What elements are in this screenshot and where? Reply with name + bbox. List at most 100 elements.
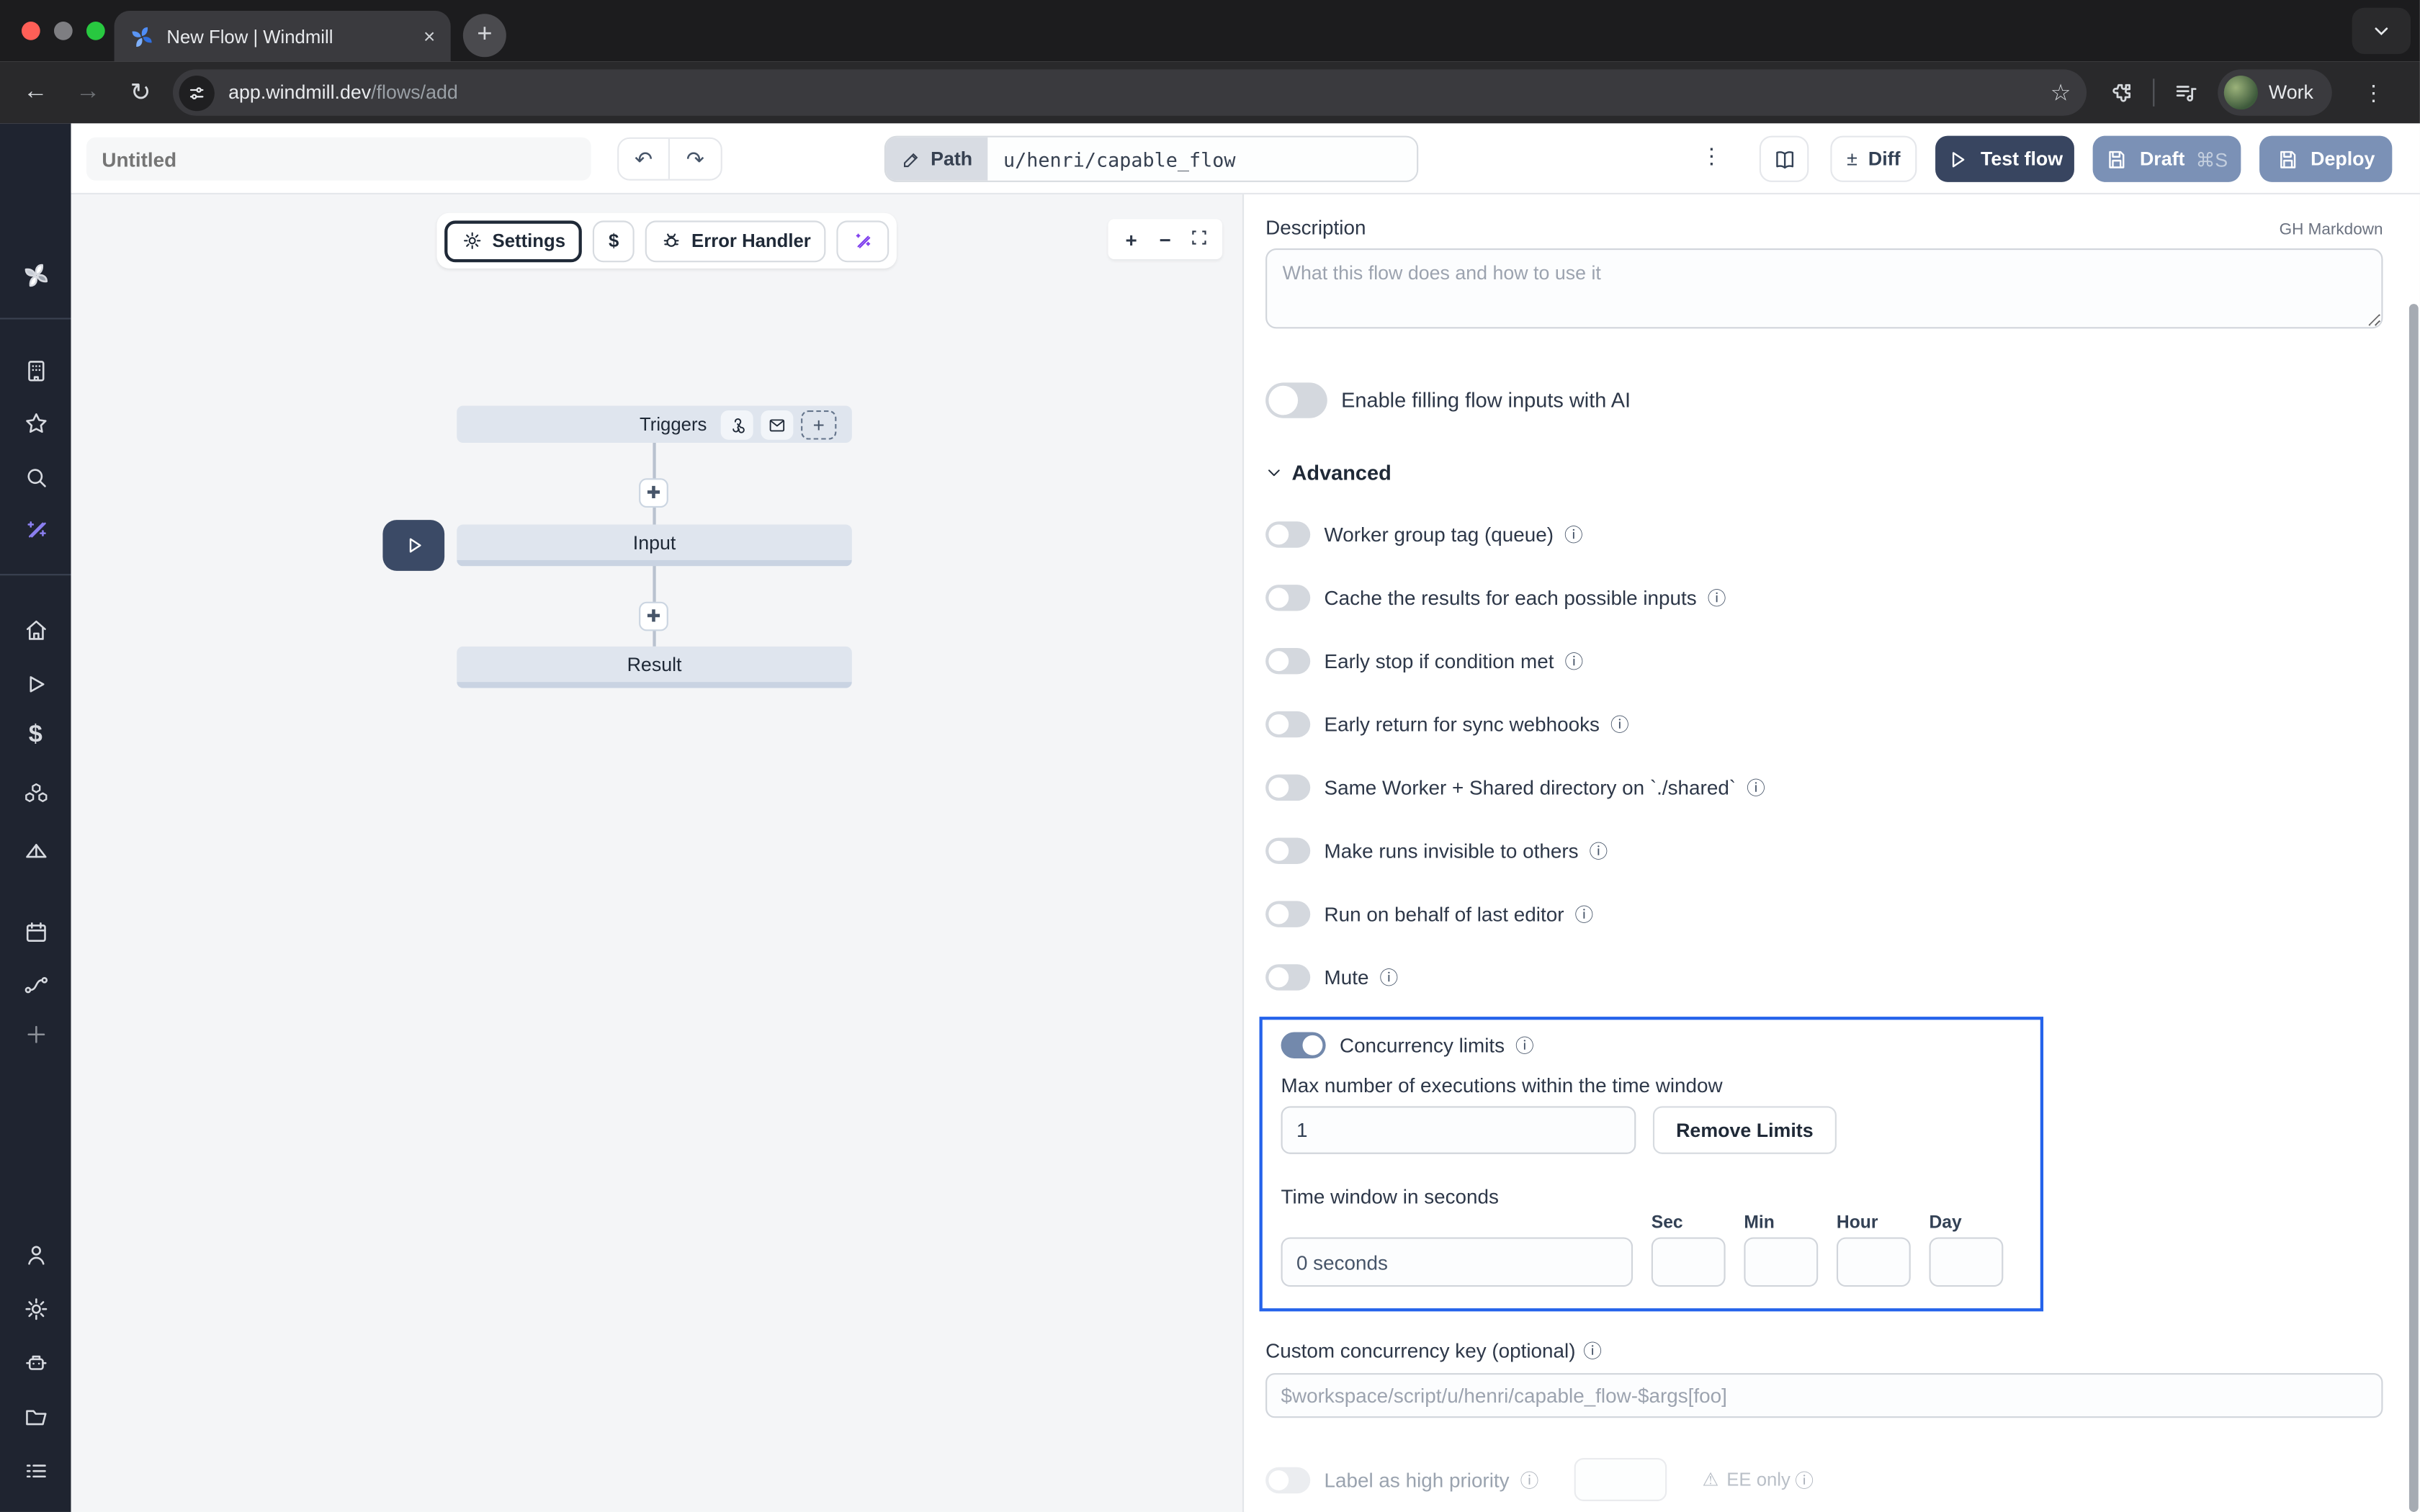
browser-profile-chip[interactable]: Work	[2218, 69, 2331, 115]
info-icon[interactable]: ⓘ	[1610, 711, 1629, 737]
info-icon[interactable]: ⓘ	[1515, 1032, 1534, 1058]
email-trigger-icon[interactable]	[761, 410, 793, 439]
max-executions-label: Max number of executions within the time…	[1281, 1074, 2019, 1097]
hour-input[interactable]	[1837, 1238, 1911, 1287]
info-icon[interactable]: ⓘ	[1747, 775, 1765, 801]
ai-inputs-toggle[interactable]	[1265, 382, 1327, 418]
info-icon[interactable]: ⓘ	[1520, 1467, 1539, 1493]
mute-toggle[interactable]	[1265, 964, 1310, 990]
sidebar-item-favorites[interactable]	[0, 410, 71, 436]
insert-step-button-2[interactable]: ✚	[639, 602, 668, 631]
priority-value-input[interactable]	[1574, 1458, 1667, 1501]
sidebar-item-add[interactable]	[0, 1022, 71, 1048]
info-icon[interactable]: ⓘ	[1574, 901, 1593, 927]
sidebar-item-schedules[interactable]	[0, 919, 71, 945]
info-icon[interactable]: ⓘ	[1590, 838, 1608, 864]
info-icon[interactable]: ⓘ	[1708, 585, 1726, 611]
custom-key-input[interactable]	[1265, 1373, 2383, 1418]
min-input[interactable]	[1744, 1238, 1818, 1287]
windmill-app: $ ↶ ↷ Path	[0, 123, 2420, 1512]
info-icon[interactable]: ⓘ	[1564, 648, 1583, 674]
url-bar[interactable]: app.windmill.dev/flows/add ☆	[173, 69, 2087, 115]
sidebar-item-ai-wand[interactable]	[0, 517, 71, 543]
result-node[interactable]: Result	[457, 647, 852, 688]
windmill-logo[interactable]	[0, 262, 71, 288]
browser-menu-icon[interactable]: ⋮	[2362, 79, 2384, 105]
high-priority-toggle[interactable]	[1265, 1467, 1310, 1493]
invisible-runs-toggle[interactable]	[1265, 838, 1310, 864]
flow-more-menu-icon[interactable]: ⋮	[1700, 143, 1722, 169]
sidebar-item-folders[interactable]	[0, 1404, 71, 1430]
day-input[interactable]	[1930, 1238, 2004, 1287]
extensions-puzzle-icon[interactable]	[2108, 79, 2134, 105]
info-icon[interactable]: ⓘ	[1583, 1338, 1602, 1364]
redo-button[interactable]: ↷	[670, 139, 721, 179]
sidebar-item-home[interactable]	[0, 617, 71, 643]
early-stop-toggle[interactable]	[1265, 648, 1310, 674]
back-icon[interactable]: ←	[9, 78, 62, 107]
early-return-toggle[interactable]	[1265, 711, 1310, 737]
insert-step-button[interactable]: ✚	[639, 478, 668, 508]
flow-canvas[interactable]: Settings $ Error Handler + −	[71, 194, 1245, 1512]
info-icon[interactable]: ⓘ	[1379, 964, 1398, 990]
sidebar-item-workers[interactable]	[0, 1350, 71, 1376]
minimize-window-button[interactable]	[54, 22, 73, 40]
cache-results-toggle[interactable]	[1265, 585, 1310, 611]
settings-button[interactable]: Settings	[444, 220, 582, 261]
path-input[interactable]	[988, 138, 1417, 181]
page-scrollbar[interactable]	[2409, 304, 2419, 1512]
browser-tab[interactable]: New Flow | Windmill ×	[115, 11, 451, 62]
ai-wand-button[interactable]	[837, 220, 889, 261]
docs-book-button[interactable]	[1760, 136, 1809, 182]
fit-view-icon[interactable]	[1182, 228, 1216, 251]
undo-button[interactable]: ↶	[619, 139, 670, 179]
sec-input[interactable]	[1652, 1238, 1726, 1287]
run-input-button[interactable]	[382, 520, 444, 571]
draft-button[interactable]: Draft ⌘S	[2093, 136, 2241, 182]
flow-settings-panel: Description GH Markdown Enable filling f…	[1245, 194, 2420, 1512]
same-worker-toggle[interactable]	[1265, 775, 1310, 801]
run-on-behalf-toggle[interactable]	[1265, 901, 1310, 927]
info-icon[interactable]: ⓘ	[1564, 521, 1583, 547]
worker-group-toggle[interactable]	[1265, 521, 1310, 547]
error-handler-button[interactable]: Error Handler	[645, 220, 826, 261]
deploy-button[interactable]: Deploy	[2259, 136, 2392, 182]
webhook-trigger-icon[interactable]	[721, 410, 753, 439]
info-icon[interactable]: ⓘ	[1795, 1467, 1814, 1493]
zoom-in-icon[interactable]: +	[1114, 228, 1148, 251]
new-tab-button[interactable]: +	[463, 14, 506, 57]
bookmark-star-icon[interactable]: ☆	[2051, 78, 2071, 107]
input-node[interactable]: Input	[457, 525, 852, 567]
time-window-input[interactable]	[1281, 1238, 1634, 1287]
remove-limits-button[interactable]: Remove Limits	[1653, 1106, 1837, 1153]
forward-icon[interactable]: →	[62, 78, 115, 107]
reading-list-icon[interactable]	[2173, 79, 2199, 105]
sidebar-item-settings[interactable]	[0, 1296, 71, 1322]
max-executions-input[interactable]	[1281, 1106, 1636, 1153]
tab-search-chevron-icon[interactable]	[2352, 8, 2411, 54]
close-tab-icon[interactable]: ×	[424, 24, 435, 48]
sidebar-item-audit-logs[interactable]	[0, 1458, 71, 1484]
triggers-node[interactable]: Triggers +	[457, 406, 852, 443]
dollar-button[interactable]: $	[593, 220, 635, 261]
site-settings-icon[interactable]	[179, 75, 215, 110]
description-textarea[interactable]	[1265, 248, 2383, 328]
sidebar-item-resources[interactable]	[0, 780, 71, 806]
sidebar-item-variables[interactable]: $	[0, 722, 71, 750]
sidebar-item-users[interactable]	[0, 1242, 71, 1268]
test-flow-button[interactable]: Test flow	[1935, 136, 2074, 182]
add-trigger-button[interactable]: +	[801, 410, 836, 439]
diff-button[interactable]: ± Diff	[1830, 136, 1917, 182]
advanced-section-header[interactable]: Advanced	[1265, 462, 2383, 485]
concurrency-limits-toggle[interactable]	[1281, 1032, 1326, 1058]
close-window-button[interactable]	[22, 22, 40, 40]
maximize-window-button[interactable]	[86, 22, 105, 40]
sidebar-item-workspace[interactable]	[0, 358, 71, 384]
sidebar-item-triggers[interactable]	[0, 838, 71, 864]
sidebar-item-flows-route[interactable]	[0, 972, 71, 998]
flow-name-input[interactable]	[86, 138, 591, 181]
zoom-out-icon[interactable]: −	[1148, 228, 1182, 251]
sidebar-item-runs[interactable]	[0, 671, 71, 697]
sidebar-item-search[interactable]	[0, 464, 71, 490]
reload-icon[interactable]: ↻	[115, 77, 167, 108]
